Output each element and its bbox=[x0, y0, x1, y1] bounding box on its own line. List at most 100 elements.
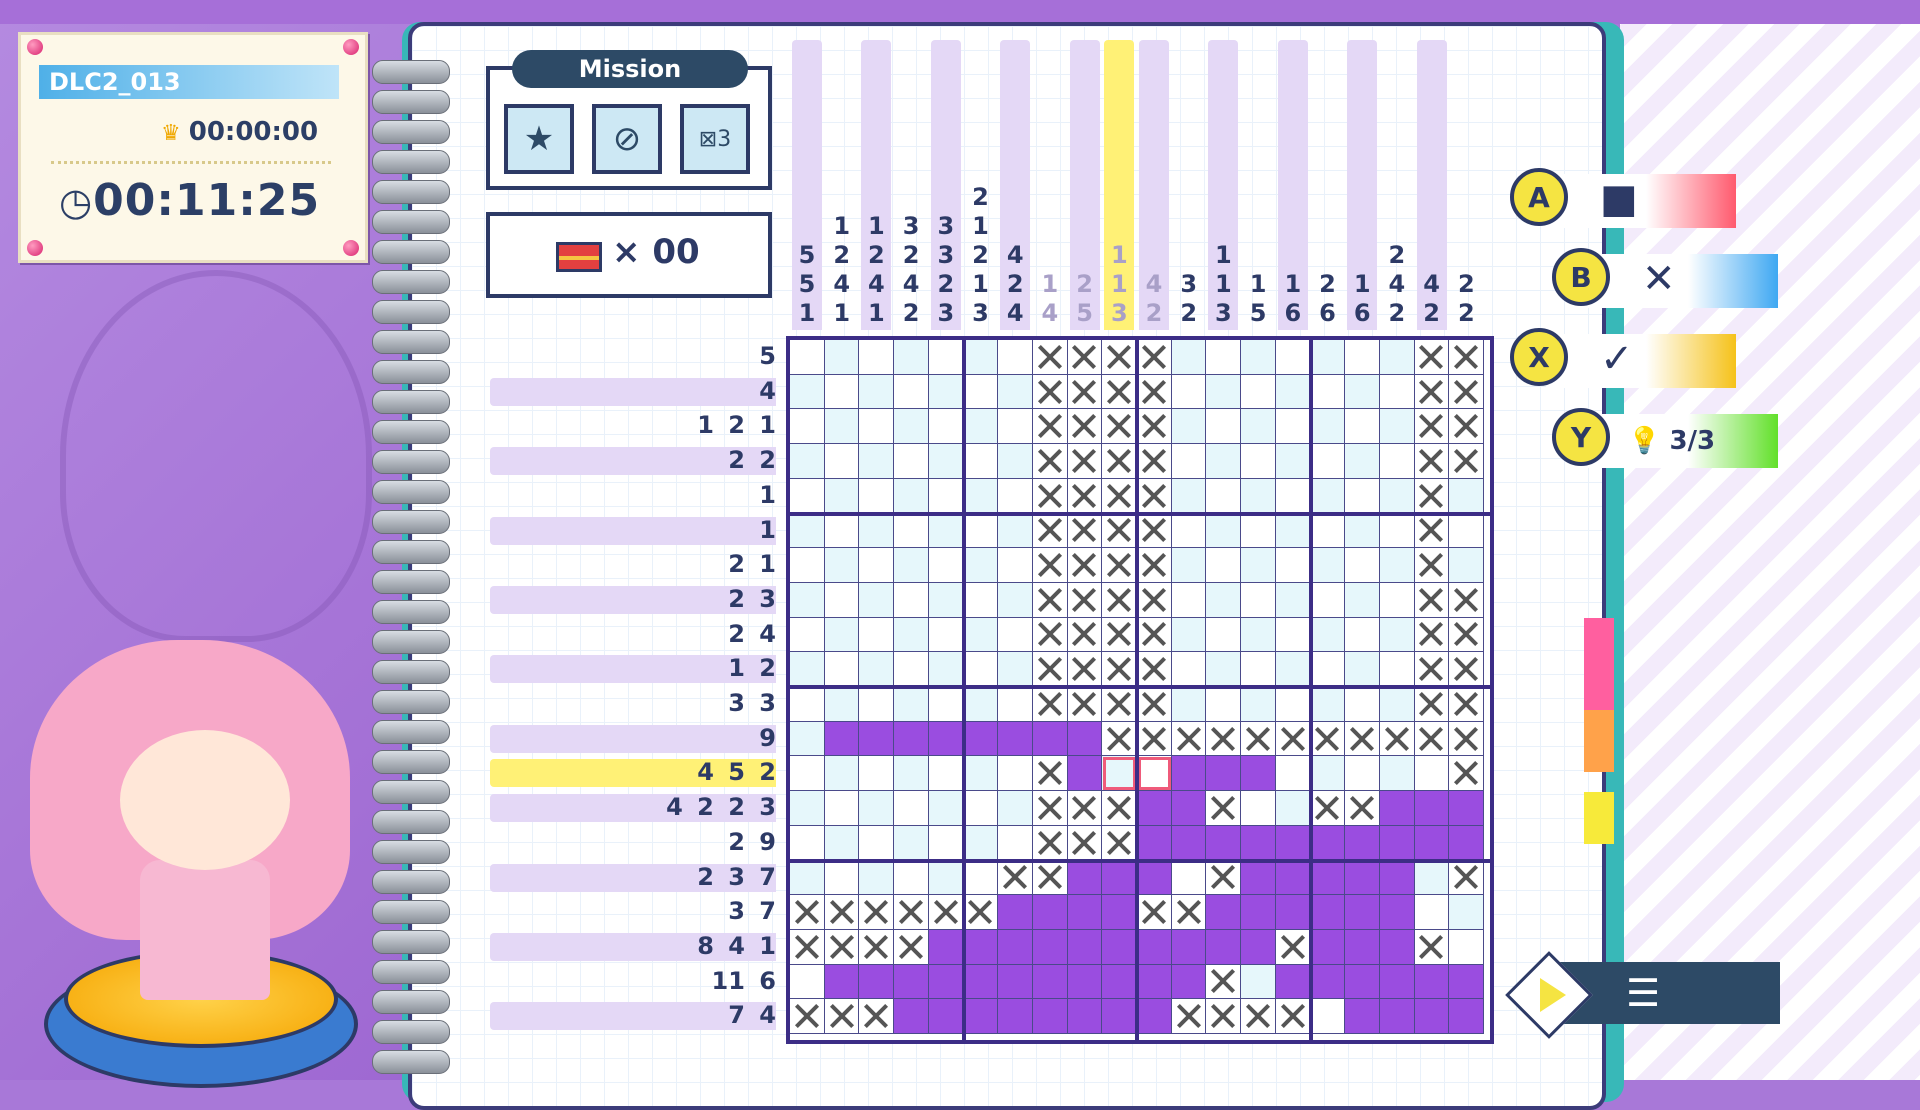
filled-cell[interactable] bbox=[1032, 721, 1068, 757]
filled-cell[interactable] bbox=[998, 895, 1033, 930]
empty-cell[interactable] bbox=[859, 444, 895, 479]
empty-cell[interactable] bbox=[859, 825, 895, 861]
empty-cell[interactable] bbox=[859, 652, 895, 687]
crossed-cell[interactable] bbox=[1032, 548, 1068, 583]
empty-cell[interactable] bbox=[1449, 895, 1484, 930]
empty-cell[interactable] bbox=[1379, 340, 1415, 375]
empty-cell[interactable] bbox=[1310, 409, 1346, 445]
crossed-cell[interactable] bbox=[1102, 791, 1137, 826]
empty-cell[interactable] bbox=[1345, 444, 1380, 479]
empty-cell[interactable] bbox=[963, 548, 999, 583]
empty-cell[interactable] bbox=[824, 374, 860, 410]
crossed-cell[interactable] bbox=[1275, 929, 1311, 965]
empty-cell[interactable] bbox=[1379, 582, 1415, 618]
empty-cell[interactable] bbox=[1414, 756, 1450, 792]
empty-cell[interactable] bbox=[1379, 548, 1415, 583]
empty-cell[interactable] bbox=[1241, 340, 1276, 375]
empty-cell[interactable] bbox=[998, 617, 1033, 653]
empty-cell[interactable] bbox=[1345, 374, 1380, 410]
filled-cell[interactable] bbox=[1379, 860, 1415, 896]
filled-cell[interactable] bbox=[1345, 860, 1380, 896]
crossed-cell[interactable] bbox=[1414, 929, 1450, 965]
empty-cell[interactable] bbox=[963, 652, 999, 687]
filled-cell[interactable] bbox=[1345, 825, 1380, 861]
crossed-cell[interactable] bbox=[1067, 513, 1103, 549]
empty-cell[interactable] bbox=[824, 860, 860, 896]
crossed-cell[interactable] bbox=[1137, 513, 1172, 549]
empty-cell[interactable] bbox=[928, 791, 964, 826]
filled-cell[interactable] bbox=[1275, 895, 1311, 930]
empty-cell[interactable] bbox=[824, 548, 860, 583]
empty-cell[interactable] bbox=[963, 409, 999, 445]
empty-cell[interactable] bbox=[790, 791, 825, 826]
crossed-cell[interactable] bbox=[1414, 513, 1450, 549]
empty-cell[interactable] bbox=[790, 582, 825, 618]
filled-cell[interactable] bbox=[1241, 895, 1276, 930]
filled-cell[interactable] bbox=[1379, 895, 1415, 930]
empty-cell[interactable] bbox=[1379, 687, 1415, 722]
empty-cell[interactable] bbox=[894, 548, 929, 583]
empty-cell[interactable] bbox=[824, 687, 860, 722]
empty-cell[interactable] bbox=[1171, 513, 1207, 549]
crossed-cell[interactable] bbox=[1137, 340, 1172, 375]
empty-cell[interactable] bbox=[963, 687, 999, 722]
filled-cell[interactable] bbox=[1449, 999, 1484, 1034]
empty-cell[interactable] bbox=[1206, 652, 1242, 687]
empty-cell[interactable] bbox=[824, 756, 860, 792]
filled-cell[interactable] bbox=[1241, 825, 1276, 861]
empty-cell[interactable] bbox=[1310, 652, 1346, 687]
empty-cell[interactable] bbox=[824, 582, 860, 618]
empty-cell[interactable] bbox=[790, 964, 825, 1000]
empty-cell[interactable] bbox=[790, 652, 825, 687]
crossed-cell[interactable] bbox=[1032, 860, 1068, 896]
crossed-cell[interactable] bbox=[1137, 721, 1172, 757]
filled-cell[interactable] bbox=[1102, 929, 1137, 965]
crossed-cell[interactable] bbox=[1137, 374, 1172, 410]
empty-cell[interactable] bbox=[824, 652, 860, 687]
control-y[interactable]: Y 💡 3/3 bbox=[1552, 408, 1778, 472]
empty-cell[interactable] bbox=[1171, 652, 1207, 687]
filled-cell[interactable] bbox=[1275, 825, 1311, 861]
filled-cell[interactable] bbox=[1032, 964, 1068, 1000]
empty-cell[interactable] bbox=[1310, 340, 1346, 375]
b-button[interactable]: B bbox=[1552, 248, 1610, 306]
crossed-cell[interactable] bbox=[1067, 374, 1103, 410]
crossed-cell[interactable] bbox=[1067, 652, 1103, 687]
control-x[interactable]: X ✓ bbox=[1510, 328, 1736, 392]
control-b[interactable]: B ✕ bbox=[1552, 248, 1778, 312]
empty-cell[interactable] bbox=[1241, 409, 1276, 445]
filled-cell[interactable] bbox=[963, 999, 999, 1034]
empty-cell[interactable] bbox=[1345, 478, 1380, 514]
filled-cell[interactable] bbox=[1310, 929, 1346, 965]
empty-cell[interactable] bbox=[1171, 340, 1207, 375]
crossed-cell[interactable] bbox=[1310, 791, 1346, 826]
filled-cell[interactable] bbox=[1171, 791, 1207, 826]
filled-cell[interactable] bbox=[963, 929, 999, 965]
empty-cell[interactable] bbox=[998, 548, 1033, 583]
crossed-cell[interactable] bbox=[1067, 582, 1103, 618]
empty-cell[interactable] bbox=[1206, 444, 1242, 479]
empty-cell[interactable] bbox=[790, 409, 825, 445]
crossed-cell[interactable] bbox=[1345, 721, 1380, 757]
empty-cell[interactable] bbox=[1206, 409, 1242, 445]
empty-cell[interactable] bbox=[1310, 374, 1346, 410]
empty-cell[interactable] bbox=[1379, 756, 1415, 792]
filled-cell[interactable] bbox=[998, 964, 1033, 1000]
empty-cell[interactable] bbox=[1345, 513, 1380, 549]
crossed-cell[interactable] bbox=[1414, 409, 1450, 445]
crossed-cell[interactable] bbox=[1137, 409, 1172, 445]
empty-cell[interactable] bbox=[1206, 513, 1242, 549]
empty-cell[interactable] bbox=[1275, 687, 1311, 722]
empty-cell[interactable] bbox=[1275, 513, 1311, 549]
empty-cell[interactable] bbox=[928, 444, 964, 479]
empty-cell[interactable] bbox=[1310, 756, 1346, 792]
empty-cell[interactable] bbox=[928, 582, 964, 618]
empty-cell[interactable] bbox=[824, 513, 860, 549]
crossed-cell[interactable] bbox=[1102, 687, 1137, 722]
empty-cell[interactable] bbox=[894, 374, 929, 410]
empty-cell[interactable] bbox=[790, 825, 825, 861]
filled-cell[interactable] bbox=[894, 964, 929, 1000]
filled-cell[interactable] bbox=[928, 999, 964, 1034]
empty-cell[interactable] bbox=[894, 860, 929, 896]
control-a[interactable]: A ■ bbox=[1510, 168, 1736, 232]
